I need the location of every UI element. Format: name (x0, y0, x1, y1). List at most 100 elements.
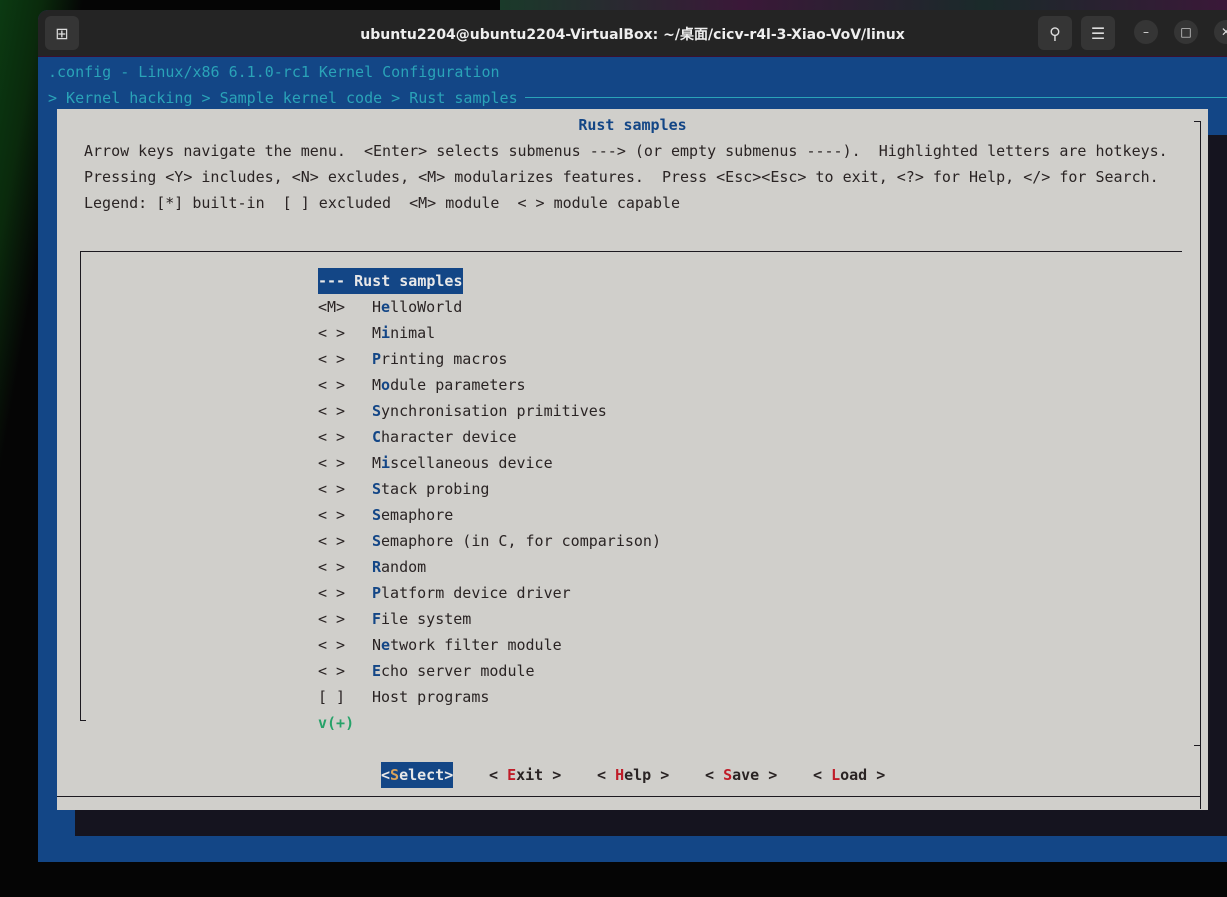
item-hotkey: S (372, 532, 382, 550)
item-state[interactable]: < > (318, 632, 345, 658)
item-label[interactable]: Character device (372, 424, 517, 450)
button-label: elp (624, 766, 652, 784)
title-bar: ⊞ ubuntu2204@ubuntu2204-VirtualBox: ~/桌面… (38, 10, 1227, 57)
button-bracket: < (597, 766, 616, 784)
button-bracket: > (651, 766, 670, 784)
item-label[interactable]: Printing macros (372, 346, 507, 372)
button-bracket: > (759, 766, 778, 784)
item-hotkey: S (372, 402, 382, 420)
maximize-icon[interactable]: □ (1174, 20, 1198, 44)
item-hotkey: R (372, 558, 382, 576)
item-label-pre: H (372, 298, 382, 316)
button-label: xit (516, 766, 544, 784)
item-label[interactable]: Random (372, 554, 426, 580)
item-state[interactable]: < > (318, 580, 345, 606)
button-select[interactable]: <Select> (381, 762, 454, 788)
item-label-rest: emaphore (in C, for comparison) (381, 532, 661, 550)
item-state[interactable]: < > (318, 346, 345, 372)
item-label[interactable]: File system (372, 606, 471, 632)
button-save[interactable]: < Save > (705, 762, 777, 788)
button-help[interactable]: < Help > (597, 762, 669, 788)
item-label-rest: tack probing (381, 480, 490, 498)
item-label-rest: ynchronisation primitives (381, 402, 607, 420)
item-label[interactable]: Synchronisation primitives (372, 398, 607, 424)
item-label-rest: Host programs (372, 688, 490, 706)
item-label[interactable]: Module parameters (372, 372, 526, 398)
menu-icon[interactable]: ☰ (1081, 16, 1115, 50)
item-state[interactable]: < > (318, 528, 345, 554)
item-label[interactable]: Network filter module (372, 632, 562, 658)
item-label-rest: andom (381, 558, 427, 576)
menu-left-border (80, 251, 81, 721)
item-hotkey: e (381, 298, 391, 316)
item-hotkey: o (381, 376, 391, 394)
button-exit[interactable]: < Exit > (489, 762, 561, 788)
dialog-right-border (1200, 121, 1201, 809)
legend-line: Legend: [*] built-in [ ] excluded <M> mo… (84, 194, 681, 212)
item-label-pre: M (372, 454, 382, 472)
item-state[interactable]: < > (318, 372, 345, 398)
item-label-pre: N (372, 636, 382, 654)
item-label[interactable]: Minimal (372, 320, 435, 346)
item-label-rest: emaphore (381, 506, 454, 524)
item-hotkey: E (372, 662, 382, 680)
item-label[interactable]: Miscellaneous device (372, 450, 553, 476)
dialog-title: Rust samples (578, 116, 687, 134)
item-hotkey: F (372, 610, 382, 628)
button-hotkey: H (615, 766, 625, 784)
item-state[interactable]: [ ] (318, 684, 345, 710)
menu-corner (1194, 745, 1201, 746)
item-state[interactable]: <M> (318, 294, 345, 320)
item-label-rest: dule parameters (390, 376, 526, 394)
button-bracket: > (444, 766, 454, 784)
item-label[interactable]: HelloWorld (372, 294, 462, 320)
button-hotkey: E (507, 766, 517, 784)
item-state[interactable]: < > (318, 502, 345, 528)
button-row-separator (57, 796, 1200, 797)
item-label-rest: latform device driver (381, 584, 571, 602)
button-label: oad (840, 766, 868, 784)
menu-corner (80, 720, 86, 721)
item-state[interactable]: < > (318, 476, 345, 502)
item-hotkey: e (381, 636, 391, 654)
item-state[interactable]: < > (318, 606, 345, 632)
button-bracket: < (813, 766, 832, 784)
button-hotkey: S (723, 766, 733, 784)
breadcrumb-rule (525, 97, 1227, 98)
item-label[interactable]: Echo server module (372, 658, 535, 684)
item-label-rest: twork filter module (390, 636, 562, 654)
minimize-icon[interactable]: – (1134, 20, 1158, 44)
button-load[interactable]: < Load > (813, 762, 885, 788)
item-label-rest: ile system (381, 610, 472, 628)
item-label-pre: M (372, 376, 382, 394)
menu-header-selected[interactable]: --- Rust samples (318, 268, 463, 294)
item-state[interactable]: < > (318, 320, 345, 346)
item-hotkey: P (372, 584, 382, 602)
item-label[interactable]: Semaphore (in C, for comparison) (372, 528, 661, 554)
item-label-pre: M (372, 324, 382, 342)
search-icon[interactable]: ⚲ (1038, 16, 1072, 50)
item-label[interactable]: Platform device driver (372, 580, 571, 606)
button-bracket: < (381, 766, 391, 784)
item-state[interactable]: < > (318, 554, 345, 580)
item-label-rest: cho server module (381, 662, 535, 680)
item-state[interactable]: < > (318, 424, 345, 450)
item-label[interactable]: Semaphore (372, 502, 453, 528)
item-state[interactable]: < > (318, 398, 345, 424)
item-hotkey: i (381, 454, 391, 472)
button-bracket: > (867, 766, 886, 784)
item-label-rest: rinting macros (381, 350, 508, 368)
config-title: .config - Linux/x86 6.1.0-rc1 Kernel Con… (48, 63, 500, 81)
button-label: elect (399, 766, 445, 784)
more-indicator: v(+) (318, 714, 355, 732)
menu-top-border (80, 251, 1182, 252)
item-label-rest: haracter device (381, 428, 517, 446)
item-state[interactable]: < > (318, 450, 345, 476)
item-label[interactable]: Stack probing (372, 476, 489, 502)
button-hotkey: L (831, 766, 841, 784)
button-bracket: > (543, 766, 562, 784)
desktop-top-strip (500, 0, 1227, 10)
item-label-rest: scellaneous device (390, 454, 553, 472)
item-label[interactable]: Host programs (372, 684, 489, 710)
item-state[interactable]: < > (318, 658, 345, 684)
